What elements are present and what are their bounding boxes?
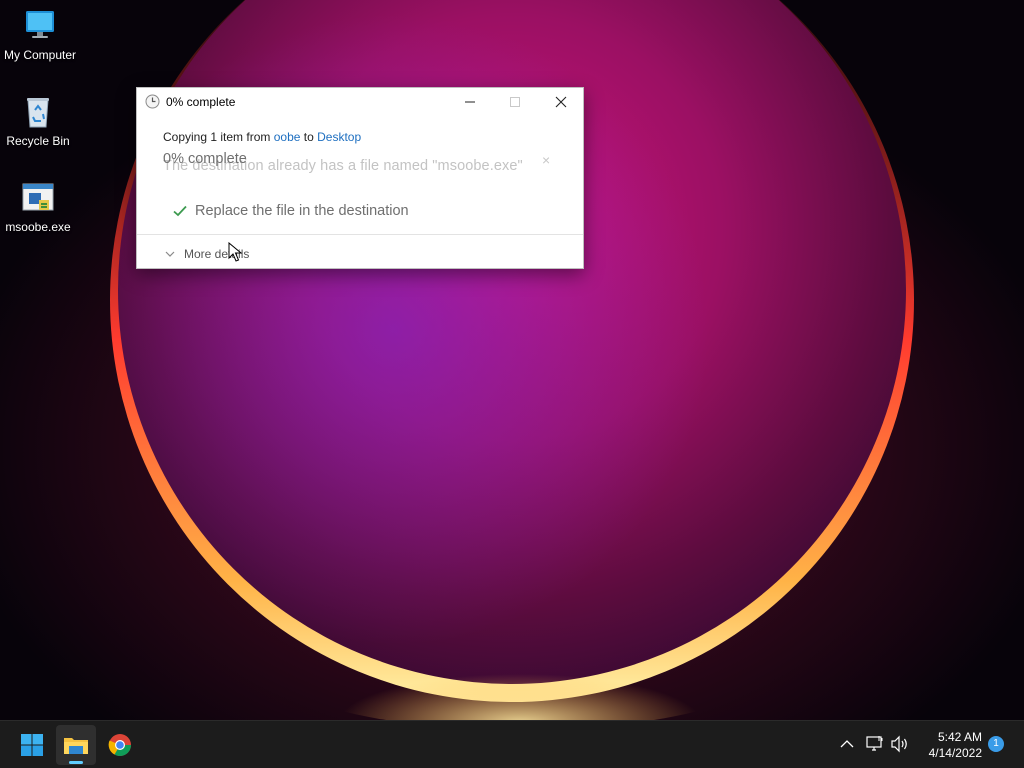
maximize-icon xyxy=(509,97,520,107)
taskbar: 5:42 AM 4/14/2022 xyxy=(0,720,1024,768)
exe-file-icon xyxy=(20,180,56,216)
tray-overflow-button[interactable] xyxy=(836,733,858,755)
checkmark-icon xyxy=(173,205,187,217)
desktop-icon-msoobe[interactable]: msoobe.exe xyxy=(0,180,78,234)
source-folder-link[interactable]: oobe xyxy=(274,130,301,144)
chevron-down-icon xyxy=(165,251,175,257)
replace-file-label: Replace the file in the destination xyxy=(195,203,409,219)
recycle-bin-icon xyxy=(20,94,56,130)
dialog-title: 0% complete xyxy=(166,95,236,109)
clock-time: 5:42 AM xyxy=(937,730,982,744)
clock-date: 4/14/2022 xyxy=(928,746,982,760)
dialog-footer: More details xyxy=(137,234,583,269)
windows-start-icon xyxy=(21,734,43,756)
maximize-button[interactable] xyxy=(492,88,537,116)
desktop-icon-recycle-bin[interactable]: Recycle Bin xyxy=(0,94,78,148)
active-app-indicator xyxy=(69,761,83,764)
desktop: My Computer Recycle Bin msoobe.exe 0% co… xyxy=(0,0,1024,768)
taskbar-clock[interactable]: 5:42 AM 4/14/2022 xyxy=(916,729,982,761)
tray-volume-button[interactable] xyxy=(889,733,911,755)
clock-icon xyxy=(145,94,160,109)
desktop-icon-label: msoobe.exe xyxy=(5,220,71,234)
minimize-icon xyxy=(464,101,475,103)
folder-icon xyxy=(64,738,88,754)
taskbar-file-explorer[interactable] xyxy=(56,725,96,765)
copy-prefix: Copying 1 item from xyxy=(163,130,274,144)
monitor-icon xyxy=(22,8,58,44)
chevron-up-icon xyxy=(840,740,854,748)
copy-description: Copying 1 item from oobe to Desktop xyxy=(163,130,361,144)
desktop-icon-label: Recycle Bin xyxy=(6,134,70,148)
close-icon xyxy=(555,96,566,108)
network-icon xyxy=(866,736,883,751)
close-button[interactable] xyxy=(538,88,583,116)
taskbar-chrome[interactable] xyxy=(100,725,140,765)
destination-folder-link[interactable]: Desktop xyxy=(317,130,361,144)
desktop-icon-label: My Computer xyxy=(3,48,77,62)
desktop-icon-my-computer[interactable]: My Computer xyxy=(0,8,80,62)
copy-progress-dialog: 0% complete Copying 1 item from oobe to … xyxy=(136,87,584,269)
notification-badge[interactable]: 1 xyxy=(988,736,1004,752)
minimize-button[interactable] xyxy=(447,88,492,116)
conflict-close-icon[interactable]: × xyxy=(542,152,550,168)
start-button[interactable] xyxy=(12,725,52,765)
dialog-titlebar[interactable]: 0% complete xyxy=(137,88,583,116)
percent-complete: 0% complete xyxy=(163,151,247,167)
tray-network-button[interactable] xyxy=(864,733,886,755)
mouse-cursor-icon xyxy=(228,242,242,262)
copy-mid: to xyxy=(300,130,318,144)
replace-file-option[interactable]: Replace the file in the destination xyxy=(173,200,409,222)
chrome-icon xyxy=(108,734,131,756)
speaker-icon xyxy=(891,735,907,753)
